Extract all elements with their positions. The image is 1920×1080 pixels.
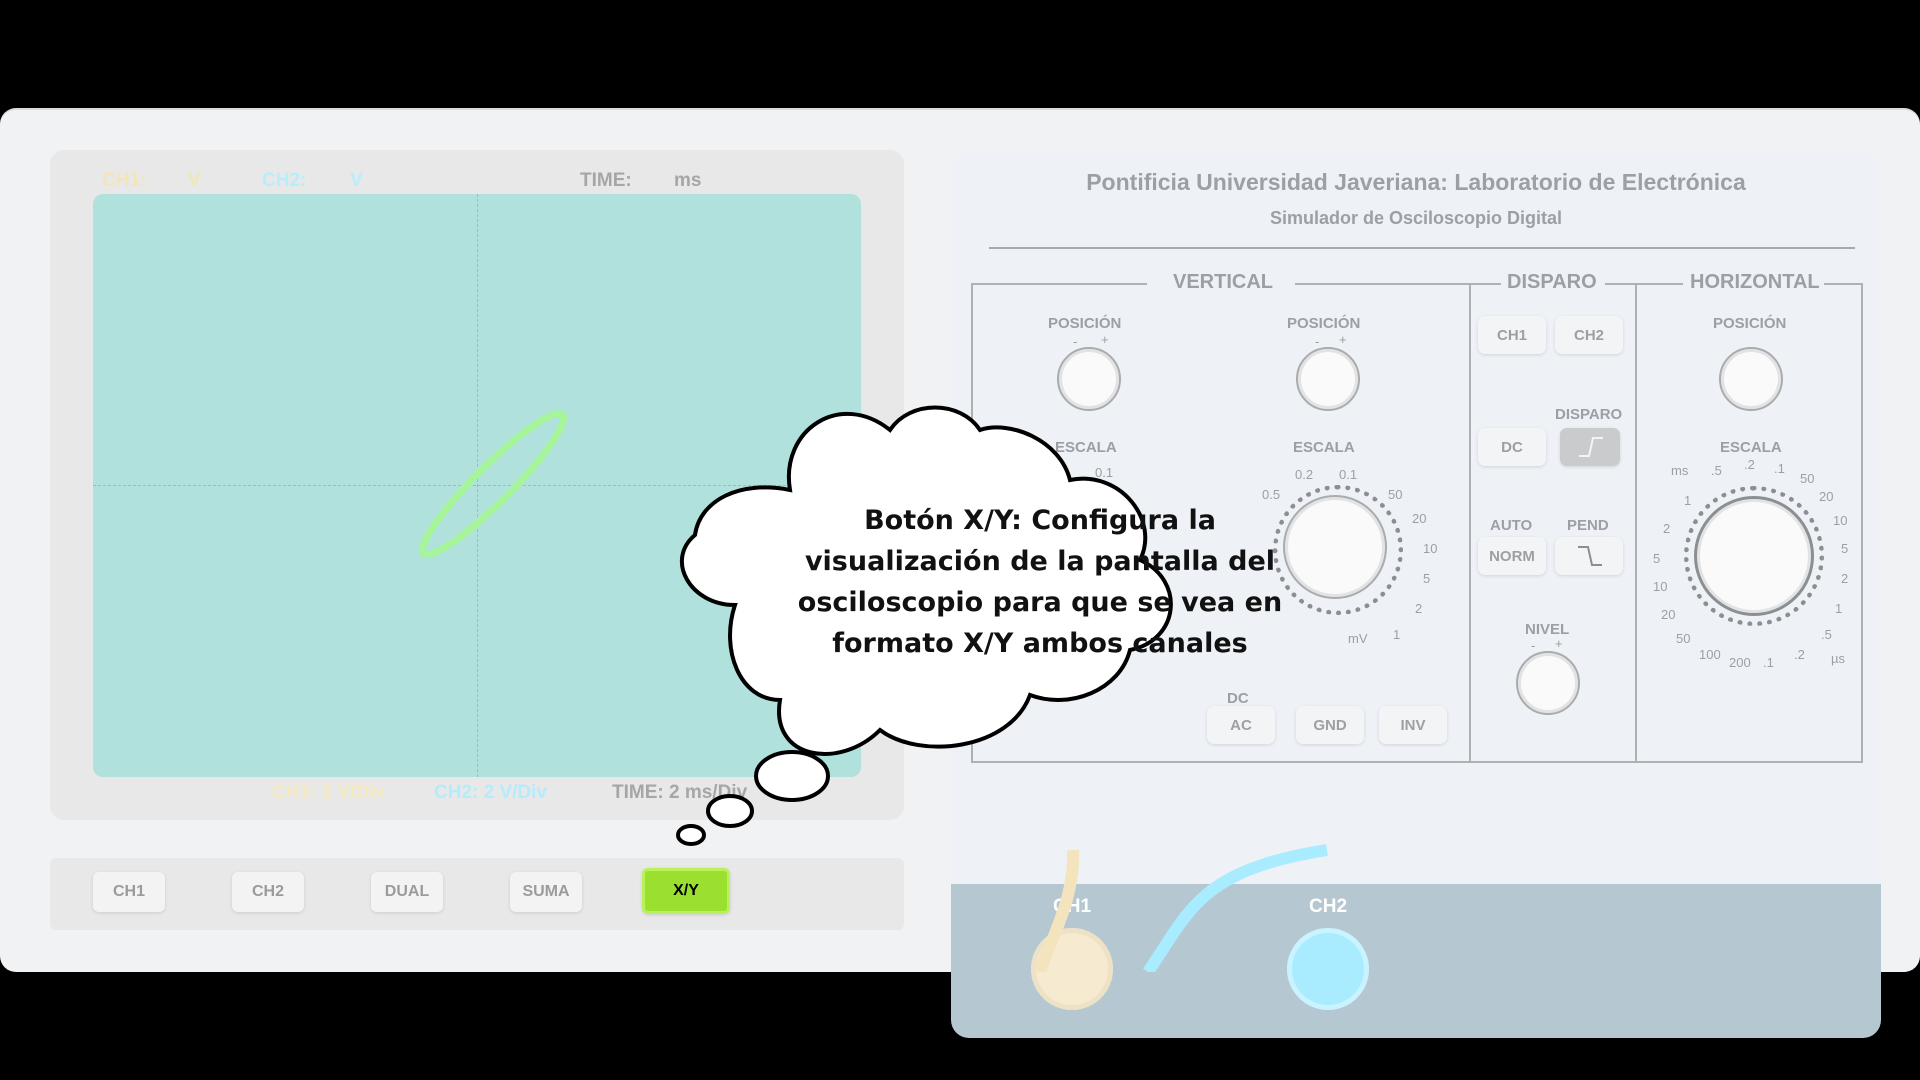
tooltip-line: formato X/Y ambos canales [832,628,1248,659]
cloud-bubble-large [754,750,830,802]
tooltip-line: osciloscopio para que se vea en [797,587,1283,618]
cloud-bubble-small [676,824,706,846]
cloud-bubble-medium [706,794,754,828]
tooltip-line: visualización de la pantalla del [804,546,1276,577]
tooltip-text: Botón X/Y: Configura la visualización de… [780,500,1300,664]
tooltip-line: Botón X/Y: Configura la [864,505,1216,536]
